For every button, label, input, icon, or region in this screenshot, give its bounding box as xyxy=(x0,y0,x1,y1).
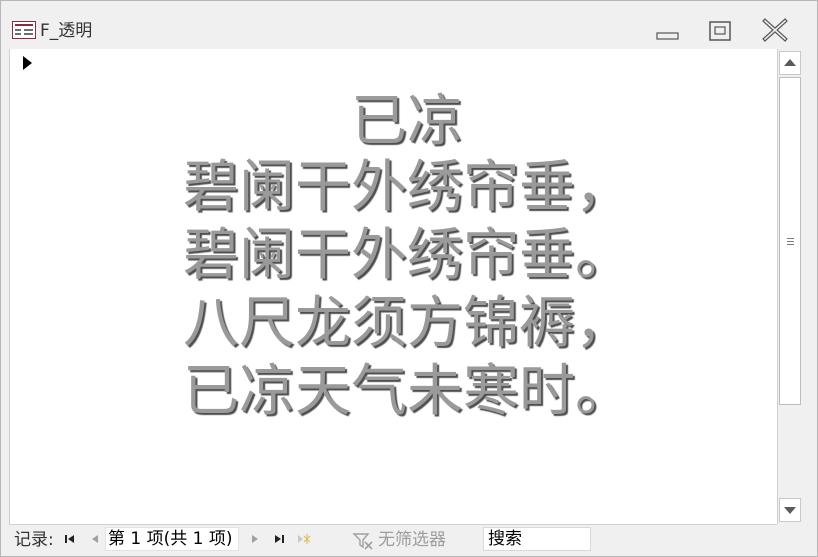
previous-record-icon[interactable] xyxy=(87,531,103,547)
next-record-icon[interactable] xyxy=(247,531,263,547)
close-icon xyxy=(762,18,788,42)
record-label: 记录: xyxy=(14,530,54,550)
close-button[interactable] xyxy=(757,15,793,45)
search-input[interactable] xyxy=(483,527,591,551)
form-detail-section: 已凉 碧阑干外绣帘垂， 碧阑干外绣帘垂。 八尺龙须方锦褥， 已凉天气未寒时。 xyxy=(37,49,777,524)
current-record-field[interactable]: 第 1 项(共 1 项) xyxy=(105,527,239,551)
access-form-icon xyxy=(12,21,36,39)
vertical-scrollbar[interactable] xyxy=(777,49,803,524)
title-bar[interactable]: F_透明 xyxy=(1,1,817,49)
resize-corner xyxy=(777,524,802,552)
last-record-icon[interactable] xyxy=(271,531,287,547)
grip-icon xyxy=(787,238,794,245)
record-selector[interactable] xyxy=(9,49,38,524)
poem-title: 已凉 xyxy=(351,89,463,154)
poem-line: 已凉天气未寒时。 xyxy=(183,359,631,424)
scroll-up-button[interactable] xyxy=(779,51,801,75)
no-filter-icon xyxy=(352,533,373,550)
current-record-arrow-icon xyxy=(23,56,32,70)
record-navigation-bar: 记录: 第 1 项(共 1 项) 无筛选器 xyxy=(9,524,777,553)
form-window: F_透明 已凉 碧阑干外绣帘垂， 碧阑干外绣帘垂。 八尺龙须方锦褥， 已凉天气未… xyxy=(0,0,818,557)
poem-line: 八尺龙须方锦褥， xyxy=(183,291,631,356)
first-record-icon[interactable] xyxy=(62,531,78,547)
new-record-icon[interactable] xyxy=(296,531,312,547)
scroll-down-button[interactable] xyxy=(779,498,801,522)
poem-line: 碧阑干外绣帘垂， xyxy=(183,155,631,220)
maximize-icon xyxy=(709,21,731,41)
maximize-button[interactable] xyxy=(703,15,739,45)
poem-line: 碧阑干外绣帘垂。 xyxy=(183,223,631,288)
filter-label: 无筛选器 xyxy=(378,530,446,550)
scroll-thumb[interactable] xyxy=(779,77,801,405)
window-title: F_透明 xyxy=(40,21,93,41)
minimize-icon xyxy=(656,32,679,40)
minimize-button[interactable] xyxy=(649,15,685,45)
